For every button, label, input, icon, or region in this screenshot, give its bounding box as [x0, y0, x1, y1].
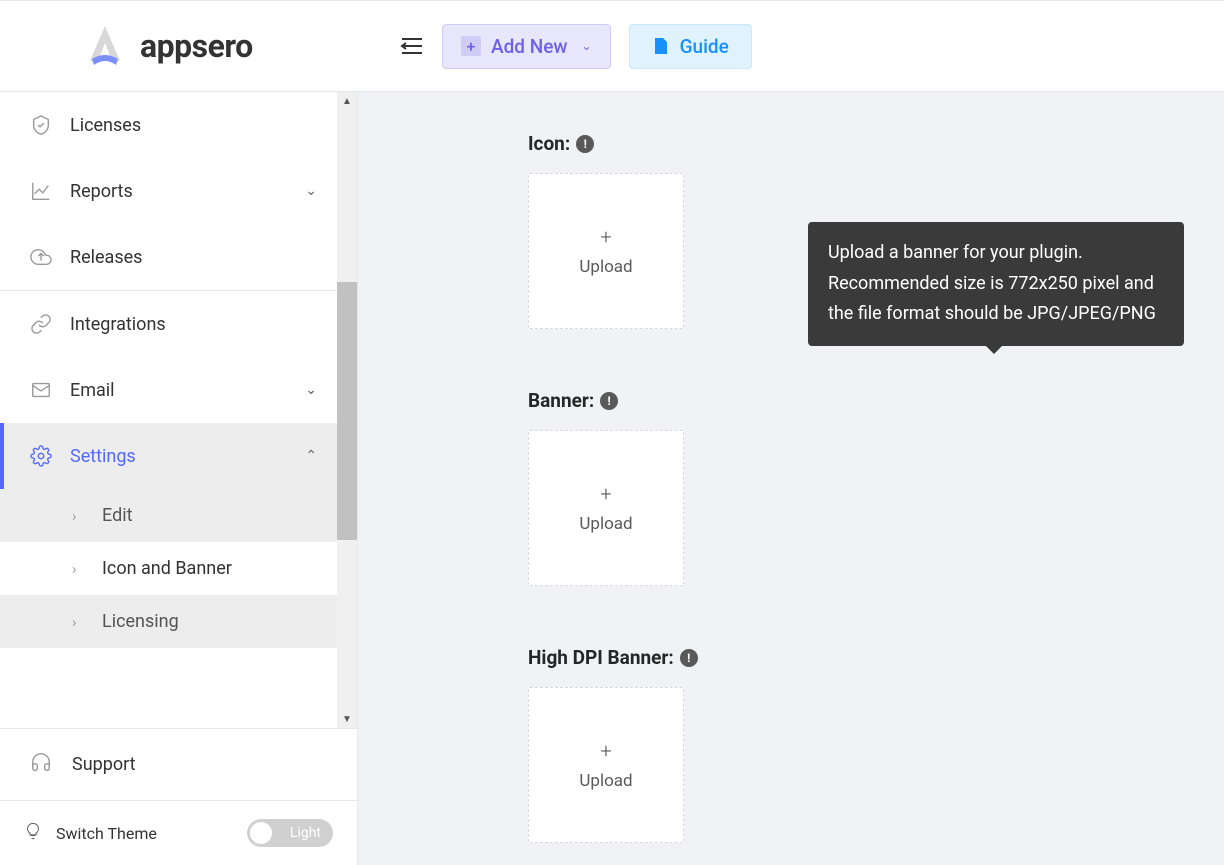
theme-mode-label: Light	[290, 825, 321, 841]
sub-item-icon-banner[interactable]: › Icon and Banner	[0, 542, 357, 595]
chevron-down-icon: ⌄	[582, 39, 592, 53]
main-content: Icon: ! + Upload Banner: ! + Upload High…	[358, 92, 1224, 865]
plus-icon: +	[600, 225, 611, 249]
sidebar-scroll: Licenses Reports ⌄ Releases	[0, 92, 357, 728]
sidebar-item-label: Email	[70, 380, 115, 401]
highdpi-label: High DPI Banner: !	[528, 646, 1184, 669]
logo-icon	[80, 21, 130, 71]
upload-label: Upload	[579, 514, 632, 534]
settings-submenu: › Edit › Icon and Banner › Licensing	[0, 489, 357, 648]
highdpi-upload-box[interactable]: + Upload	[528, 687, 684, 843]
info-icon[interactable]: !	[576, 135, 594, 153]
guide-button[interactable]: Guide	[629, 24, 752, 69]
info-icon[interactable]: !	[680, 649, 698, 667]
plus-icon: +	[600, 482, 611, 506]
gear-icon	[30, 445, 52, 467]
chevron-down-icon: ⌄	[305, 382, 317, 398]
scrollbar-thumb[interactable]	[337, 282, 357, 540]
headset-icon	[30, 751, 52, 778]
theme-toggle-row: Switch Theme Light	[0, 800, 357, 865]
logo[interactable]: appsero	[20, 21, 360, 71]
sub-item-label: Icon and Banner	[102, 558, 232, 579]
bulb-icon	[24, 822, 42, 844]
shield-icon	[30, 114, 52, 136]
menu-toggle-icon[interactable]	[400, 36, 424, 56]
scrollbar-track[interactable]: ▲ ▼	[337, 92, 357, 728]
highdpi-group: High DPI Banner: ! + Upload	[398, 646, 1184, 843]
theme-switch[interactable]: Light	[247, 819, 333, 847]
sidebar-item-label: Settings	[70, 446, 136, 467]
chevron-right-icon: ›	[72, 613, 86, 631]
sidebar-item-licenses[interactable]: Licenses	[0, 92, 357, 158]
sidebar-item-support[interactable]: Support	[0, 729, 357, 800]
add-new-button[interactable]: + Add New ⌄	[442, 24, 611, 69]
sub-item-label: Edit	[102, 505, 132, 526]
add-new-label: Add New	[491, 35, 568, 58]
sidebar-item-releases[interactable]: Releases	[0, 224, 357, 290]
header: appsero + Add New ⌄ Guide	[0, 0, 1224, 92]
sidebar-item-label: Releases	[70, 247, 142, 268]
logo-text: appsero	[140, 27, 253, 65]
scrollbar-up-icon[interactable]: ▲	[337, 92, 357, 110]
icon-upload-box[interactable]: + Upload	[528, 173, 684, 329]
chevron-right-icon: ›	[72, 560, 86, 578]
sidebar-item-email[interactable]: Email ⌄	[0, 357, 357, 423]
sub-item-edit[interactable]: › Edit	[0, 489, 357, 542]
mail-icon	[30, 379, 52, 401]
plus-icon: +	[461, 36, 481, 56]
layout: Licenses Reports ⌄ Releases	[0, 92, 1224, 865]
header-actions: + Add New ⌄ Guide	[400, 24, 752, 69]
chevron-down-icon: ⌄	[305, 183, 317, 199]
sidebar-item-integrations[interactable]: Integrations	[0, 291, 357, 357]
file-icon	[652, 37, 670, 55]
sidebar-item-reports[interactable]: Reports ⌄	[0, 158, 357, 224]
sidebar-item-label: Licenses	[70, 115, 141, 136]
upload-label: Upload	[579, 257, 632, 277]
sub-item-licensing[interactable]: › Licensing	[0, 595, 357, 648]
chart-icon	[30, 180, 52, 202]
info-icon[interactable]: !	[600, 392, 618, 410]
cloud-icon	[30, 246, 52, 268]
upload-label: Upload	[579, 771, 632, 791]
plus-icon: +	[600, 739, 611, 763]
link-icon	[30, 313, 52, 335]
sub-item-label: Licensing	[102, 611, 179, 632]
sidebar-item-settings[interactable]: Settings ⌃	[0, 423, 357, 489]
chevron-up-icon: ⌃	[305, 448, 317, 464]
banner-label: Banner: !	[528, 389, 1184, 412]
sidebar-bottom: Support Switch Theme Light	[0, 728, 357, 865]
banner-group: Banner: ! + Upload	[398, 389, 1184, 586]
banner-upload-box[interactable]: + Upload	[528, 430, 684, 586]
sidebar: Licenses Reports ⌄ Releases	[0, 92, 358, 865]
theme-label: Switch Theme	[56, 824, 233, 843]
scrollbar-down-icon[interactable]: ▼	[337, 710, 357, 728]
icon-label: Icon: !	[528, 132, 1184, 155]
guide-label: Guide	[680, 35, 729, 58]
support-label: Support	[72, 754, 136, 775]
chevron-right-icon: ›	[72, 507, 86, 525]
sidebar-item-label: Reports	[70, 181, 133, 202]
banner-tooltip: Upload a banner for your plugin. Recomme…	[808, 222, 1184, 346]
sidebar-item-label: Integrations	[70, 314, 166, 335]
